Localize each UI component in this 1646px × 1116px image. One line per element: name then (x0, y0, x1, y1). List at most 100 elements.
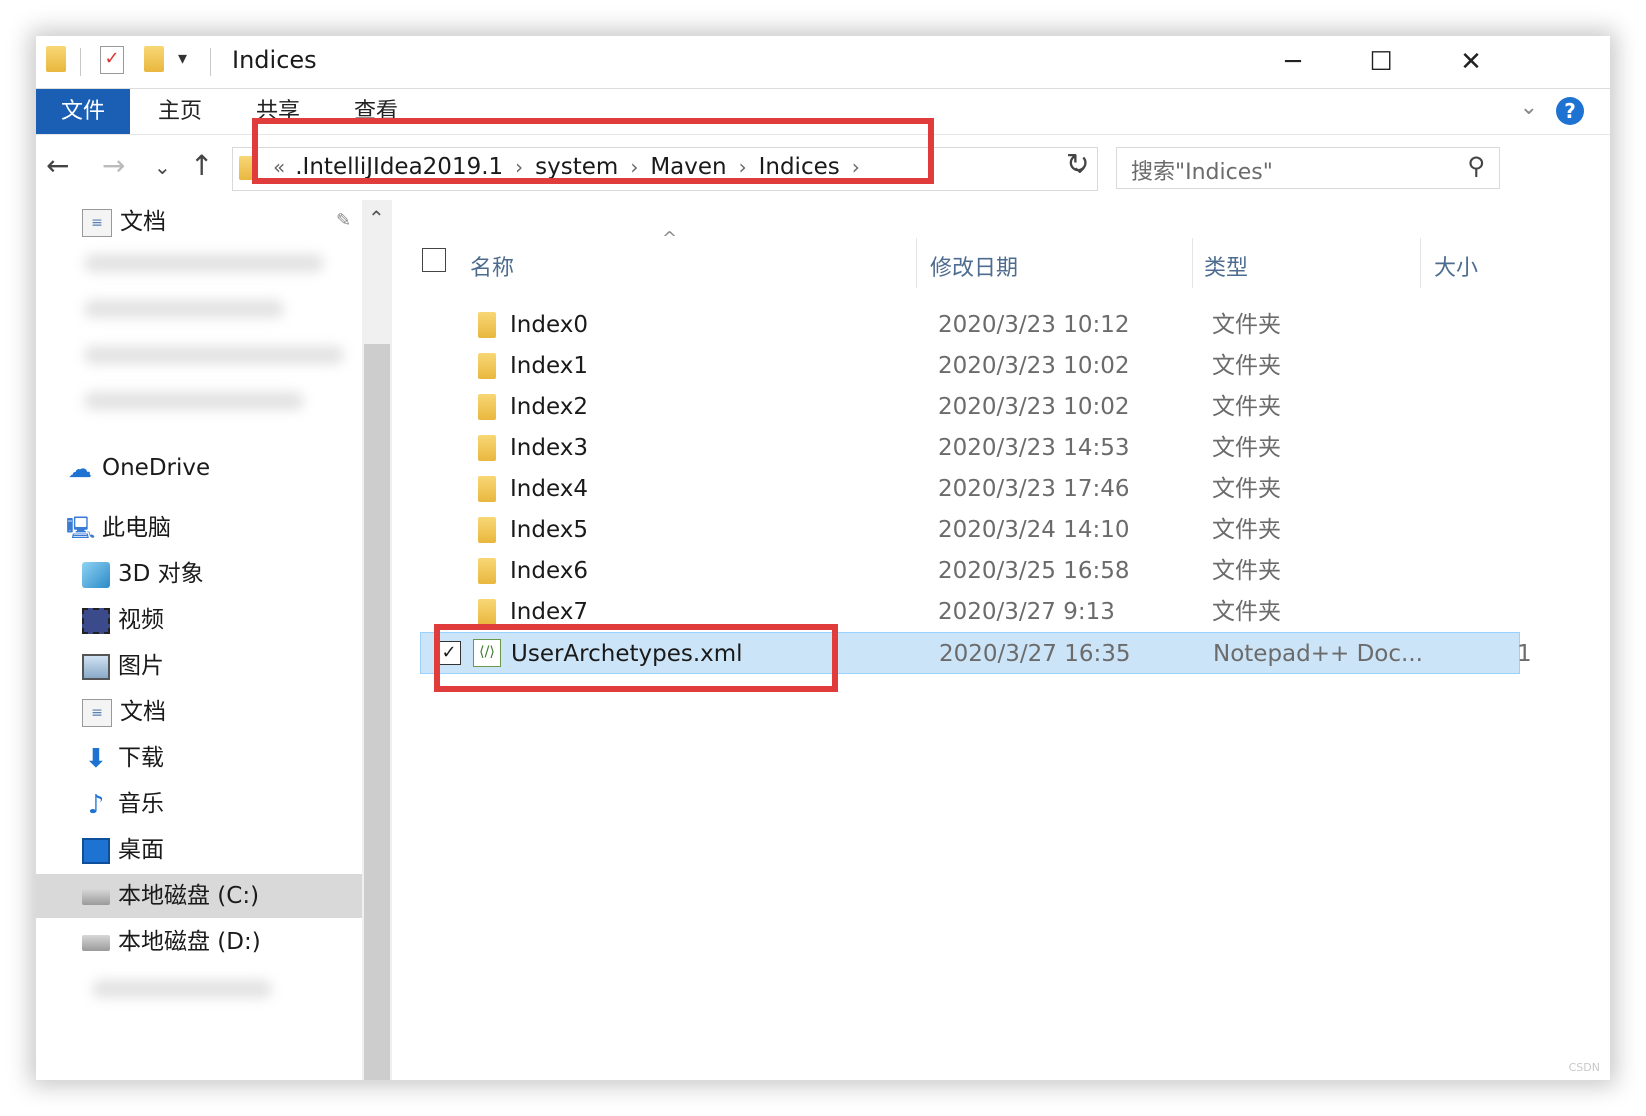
breadcrumb-overflow[interactable]: « (273, 155, 285, 179)
folder-icon (46, 46, 66, 72)
desktop-icon (82, 837, 110, 864)
folder-icon (478, 558, 496, 584)
sidebar-item-desktop[interactable]: 桌面 (82, 828, 164, 872)
file-name: Index4 (510, 476, 588, 502)
folder-icon (478, 394, 496, 420)
breadcrumb-item[interactable]: system (535, 154, 618, 180)
file-type: 文件夹 (1212, 599, 1281, 625)
sidebar-item-onedrive[interactable]: ☁ OneDrive (66, 446, 210, 490)
close-button[interactable]: ✕ (1428, 40, 1514, 84)
select-all-checkbox[interactable] (422, 248, 446, 272)
sidebar-item-this-pc[interactable]: 🖳 此电脑 (66, 506, 171, 550)
properties-icon[interactable]: ✓ (100, 46, 124, 74)
up-button[interactable]: ↑ (190, 149, 213, 182)
tab-view[interactable]: 查看 (334, 89, 418, 135)
breadcrumb-item[interactable]: Indices (759, 154, 840, 180)
tab-home[interactable]: 主页 (138, 89, 222, 135)
table-row[interactable]: Index5 2020/3/24 14:10 文件夹 (420, 509, 1520, 551)
search-input[interactable]: 搜索"Indices" (1131, 154, 1273, 186)
sidebar-item-music[interactable]: ♪ 音乐 (82, 782, 164, 826)
column-header-name[interactable]: 名称 (470, 250, 514, 282)
explorer-window: ✓ ▾ Indices ─ ☐ ✕ 文件 主页 共享 查看 ⌄ ? ← → ⌄ … (36, 36, 1610, 1080)
minimize-button[interactable]: ─ (1250, 40, 1336, 84)
sidebar-scrollbar[interactable]: ⌃ (362, 200, 392, 1080)
chevron-right-icon[interactable]: › (852, 155, 860, 179)
breadcrumb: « .IntelliJIdea2019.1 › system › Maven › Indice… (273, 154, 872, 180)
address-bar[interactable]: « .IntelliJIdea2019.1 › system › Maven › Indice… (232, 147, 1098, 191)
sidebar-item-quick-documents[interactable]: ≡ 文档 (82, 200, 166, 244)
table-row[interactable]: Index7 2020/3/27 9:13 文件夹 (420, 591, 1520, 633)
column-header-size[interactable]: 大小 (1434, 250, 1478, 282)
sidebar-item-pictures[interactable]: 图片 (82, 644, 164, 688)
tab-share[interactable]: 共享 (236, 89, 320, 135)
blurred-item (84, 392, 304, 410)
file-name: Index0 (510, 312, 588, 338)
back-button[interactable]: ← (46, 149, 69, 182)
sidebar-item-3d-objects[interactable]: 3D 对象 (82, 552, 204, 596)
sidebar-item-local-disk-c[interactable]: 本地磁盘 (C:) (36, 874, 362, 918)
file-name: Index7 (510, 599, 588, 625)
separator (80, 48, 81, 76)
forward-button[interactable]: → (102, 149, 125, 182)
sort-ascending-icon: ^ (662, 228, 678, 249)
file-type: 文件夹 (1212, 435, 1281, 461)
navigation-pane: ≡ 文档 ✎ ☁ OneDrive 🖳 此电脑 3D 对象 视频 图片 ≡ 文档 ⬇ 下载… (36, 200, 362, 1080)
file-type: 文件夹 (1212, 394, 1281, 420)
sidebar-item-label: 音乐 (118, 791, 164, 817)
expand-ribbon-icon[interactable]: ⌄ (1520, 95, 1538, 120)
sidebar-item-videos[interactable]: 视频 (82, 598, 164, 642)
blurred-item (92, 980, 272, 998)
title-bar: ✓ ▾ Indices ─ ☐ ✕ (36, 36, 1610, 88)
column-header-date[interactable]: 修改日期 (930, 250, 1018, 282)
folder-icon (478, 476, 496, 502)
scroll-thumb[interactable] (364, 344, 390, 1080)
file-list: ^ 名称 修改日期 类型 大小 Index0 2020/3/23 10:12 文… (392, 200, 1610, 1080)
maximize-button[interactable]: ☐ (1338, 40, 1424, 84)
window-title: Indices (232, 46, 317, 74)
customize-toolbar-icon[interactable]: ▾ (178, 48, 187, 69)
film-icon (82, 607, 110, 634)
folder-icon (239, 156, 255, 180)
row-checkbox[interactable]: ✓ (437, 641, 461, 665)
table-row[interactable]: Index6 2020/3/25 16:58 文件夹 (420, 550, 1520, 592)
search-box[interactable]: 搜索"Indices" ⚲ (1116, 147, 1500, 189)
pin-icon[interactable]: ✎ (336, 210, 351, 231)
file-type: 文件夹 (1212, 312, 1281, 338)
table-row[interactable]: Index2 2020/3/23 10:02 文件夹 (420, 386, 1520, 428)
chevron-right-icon[interactable]: › (630, 155, 638, 179)
sidebar-item-label: OneDrive (102, 455, 211, 481)
refresh-icon[interactable]: ↻ (1066, 147, 1089, 180)
tab-file[interactable]: 文件 (36, 89, 130, 135)
table-row[interactable]: Index4 2020/3/23 17:46 文件夹 (420, 468, 1520, 510)
table-row[interactable]: Index0 2020/3/23 10:12 文件夹 (420, 304, 1520, 346)
file-date: 2020/3/23 10:12 (938, 312, 1130, 338)
music-note-icon: ♪ (87, 789, 105, 820)
file-name: Index2 (510, 394, 588, 420)
chevron-right-icon[interactable]: › (515, 155, 523, 179)
table-row[interactable]: Index1 2020/3/23 10:02 文件夹 (420, 345, 1520, 387)
folder-icon (478, 312, 496, 338)
breadcrumb-item[interactable]: Maven (650, 154, 726, 180)
table-row-selected[interactable]: ✓ ⟨/⟩ UserArchetypes.xml 2020/3/27 16:35… (420, 632, 1532, 674)
new-folder-icon[interactable] (144, 46, 164, 72)
sidebar-item-documents[interactable]: ≡ 文档 (82, 690, 166, 734)
file-date: 2020/3/23 14:53 (938, 435, 1130, 461)
file-date: 2020/3/27 9:13 (938, 599, 1115, 625)
column-divider[interactable] (916, 238, 917, 288)
column-divider[interactable] (1192, 238, 1193, 288)
search-icon[interactable]: ⚲ (1467, 152, 1485, 180)
column-divider[interactable] (1420, 238, 1421, 288)
sidebar-item-downloads[interactable]: ⬇ 下载 (82, 736, 164, 780)
scroll-up-icon[interactable]: ⌃ (368, 206, 385, 230)
recent-locations-button[interactable]: ⌄ (154, 155, 171, 179)
help-icon[interactable]: ? (1556, 97, 1584, 125)
document-icon: ≡ (82, 208, 112, 237)
breadcrumb-item[interactable]: .IntelliJIdea2019.1 (295, 154, 503, 180)
file-date: 2020/3/23 10:02 (938, 353, 1130, 379)
sidebar-item-label: 文档 (120, 699, 166, 725)
sidebar-item-local-disk-d[interactable]: 本地磁盘 (D:) (82, 920, 261, 964)
file-size: 1 (1517, 641, 1532, 667)
chevron-right-icon[interactable]: › (739, 155, 747, 179)
table-row[interactable]: Index3 2020/3/23 14:53 文件夹 (420, 427, 1520, 469)
column-header-type[interactable]: 类型 (1204, 250, 1248, 282)
